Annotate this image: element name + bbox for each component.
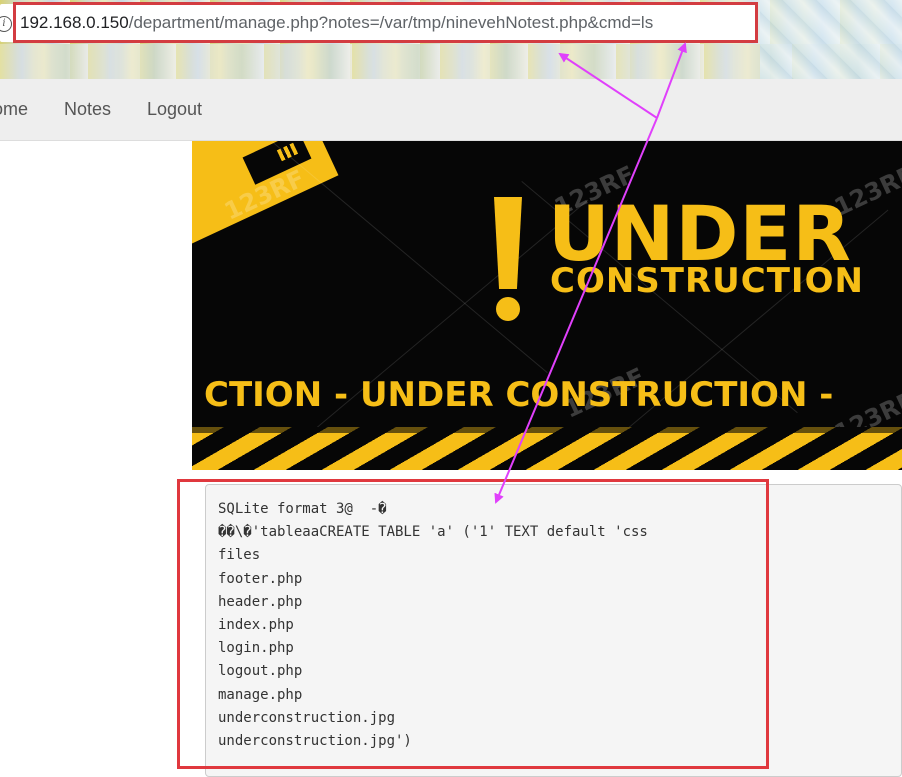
nav-logout-link[interactable]: Logout — [147, 99, 202, 120]
info-icon[interactable]: i — [0, 16, 12, 32]
exclamation-icon — [494, 197, 522, 327]
output-highlight-box — [177, 479, 769, 769]
nav-notes-link[interactable]: Notes — [64, 99, 111, 120]
url-highlight-box — [13, 2, 758, 43]
hazard-stripes — [192, 427, 902, 470]
browser-chrome: i 192.168.0.150/department/manage.php?no… — [0, 0, 902, 79]
under-construction-image: 123RF 123RF 123RF 123RF 123RF UNDER CONS… — [192, 141, 902, 470]
navbar: Home Notes Logout — [0, 79, 902, 141]
banner-ticker: CTION - UNDER CONSTRUCTION - — [204, 375, 834, 415]
blurred-toolbar-area — [760, 0, 902, 79]
banner-subheadline: CONSTRUCTION — [550, 261, 864, 301]
nav-home-link[interactable]: Home — [0, 99, 28, 120]
